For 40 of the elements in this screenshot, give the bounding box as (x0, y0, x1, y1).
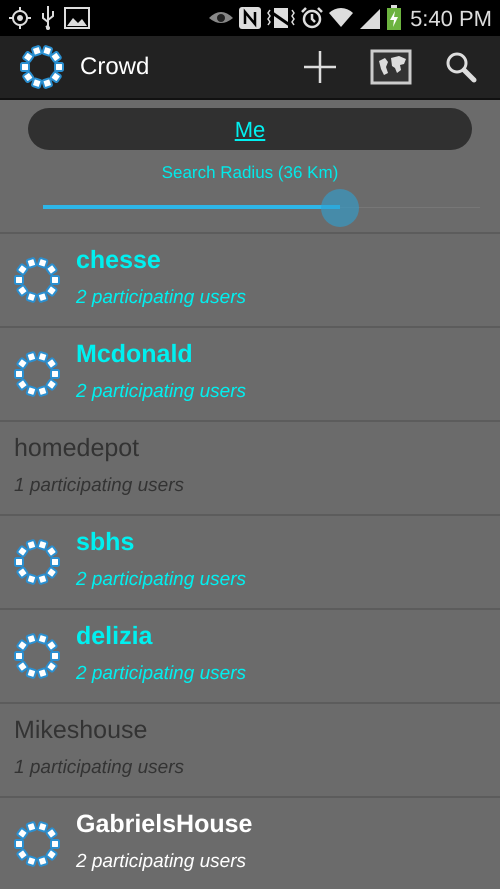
crowd-row[interactable]: Mikeshouse 1 participating users (0, 702, 500, 796)
usb-icon (40, 5, 56, 31)
crowd-row[interactable]: Mcdonald 2 participating users (0, 326, 500, 420)
crowd-icon (14, 632, 60, 678)
crowd-row[interactable]: sbhs 2 participating users (0, 514, 500, 608)
participants-count: 2 participating users (76, 286, 246, 310)
crowd-icon (14, 256, 60, 302)
crowd-name: delizia (76, 622, 152, 650)
crowd-row[interactable]: delizia 2 participating users (0, 608, 500, 702)
participants-count: 2 participating users (76, 568, 246, 592)
crowd-name: chesse (76, 246, 161, 274)
crowd-icon (14, 820, 60, 866)
participants-count: 2 participating users (76, 850, 246, 874)
crowd-name: Mikeshouse (14, 716, 148, 744)
clock-time: 5:40 PM (410, 4, 492, 32)
radius-slider[interactable] (43, 188, 480, 228)
app-title: Crowd (80, 52, 150, 82)
participants-count: 2 participating users (76, 380, 246, 404)
participants-count: 2 participating users (76, 662, 246, 686)
vibrate-off-icon (266, 6, 296, 30)
crowd-name: Mcdonald (76, 340, 193, 368)
crowd-name: GabrielsHouse (76, 810, 252, 838)
crowd-row[interactable]: chesse 2 participating users (0, 232, 500, 326)
slider-thumb[interactable] (321, 188, 360, 226)
battery-icon (386, 5, 402, 31)
alarm-icon (300, 6, 324, 30)
gps-icon (8, 6, 32, 30)
participants-count: 1 participating users (14, 474, 184, 498)
me-button[interactable]: Me (28, 108, 472, 150)
crowd-icon (14, 538, 60, 584)
crowd-logo-icon (20, 45, 64, 89)
search-radius-label: Search Radius (36 Km) (162, 163, 338, 182)
crowd-row[interactable]: homedepot 1 participating users (0, 420, 500, 514)
image-icon (64, 6, 90, 30)
nfc-icon (238, 6, 262, 30)
crowd-name: sbhs (76, 528, 134, 556)
crowd-name: homedepot (14, 434, 140, 462)
crowd-icon (14, 350, 60, 396)
crowd-row[interactable]: GabrielsHouse 2 participating users (0, 796, 500, 889)
participants-count: 1 participating users (14, 756, 184, 780)
